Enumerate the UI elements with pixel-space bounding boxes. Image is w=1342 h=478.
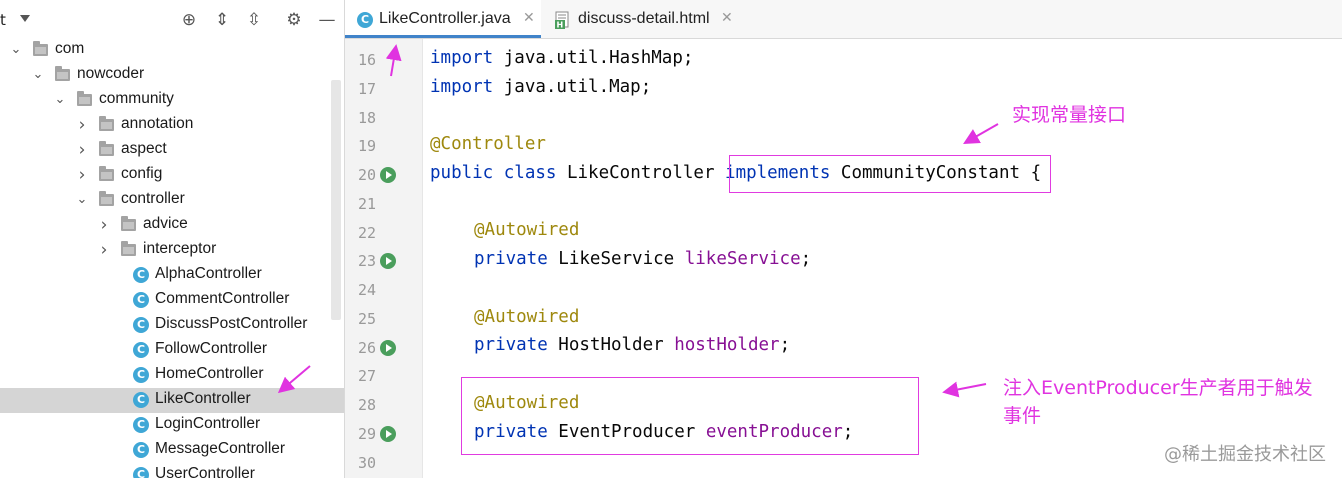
arrow-icon bbox=[963, 123, 999, 144]
arrow-icon bbox=[277, 365, 311, 394]
arrow-icon bbox=[385, 44, 402, 77]
annotation-arrows bbox=[277, 44, 999, 398]
watermark: @稀土掘金技术社区 bbox=[1164, 444, 1326, 465]
arrow-icon bbox=[942, 381, 987, 398]
